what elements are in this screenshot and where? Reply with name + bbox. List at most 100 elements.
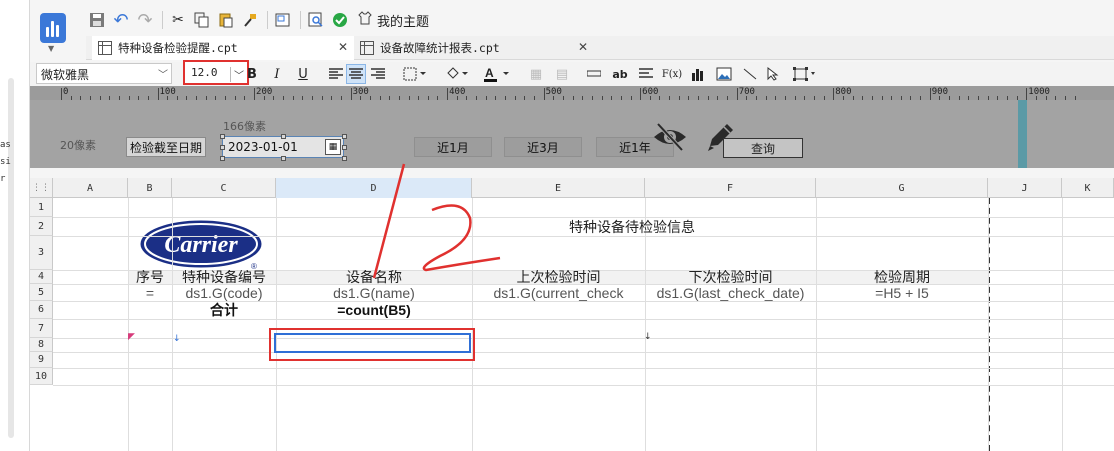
report-file-icon [360, 41, 374, 55]
header-cell[interactable]: 序号 [128, 270, 172, 284]
formula-cell[interactable]: ds1.G(name) [276, 284, 472, 301]
query-button[interactable]: 查询 [723, 138, 803, 158]
cut-icon[interactable]: ✂ [167, 9, 189, 31]
formula-cell[interactable]: ds1.G(last_check_date) [645, 284, 816, 301]
row-header-1[interactable]: 1 [30, 198, 53, 217]
close-icon[interactable]: ✕ [338, 40, 348, 54]
header-cell[interactable]: 下次检验时间 [645, 270, 816, 284]
preview-icon[interactable] [272, 9, 294, 31]
report-file-icon [98, 41, 112, 55]
frame-icon[interactable] [790, 64, 820, 84]
italic-button[interactable]: I [267, 64, 287, 84]
formula-cell[interactable]: ds1.G(current_check [472, 284, 645, 301]
column-header-d[interactable]: D [276, 178, 472, 198]
grid-line [53, 319, 1114, 320]
eye-slash-icon[interactable] [652, 122, 688, 155]
column-header-b[interactable]: B [128, 178, 172, 198]
column-header-c[interactable]: C [172, 178, 276, 198]
row-header-5[interactable]: 5 [30, 284, 53, 301]
formula-cell[interactable]: ds1.G(code) [172, 284, 276, 301]
column-header-a[interactable]: A [53, 178, 128, 198]
ruler-tick [736, 88, 738, 100]
column-header-j[interactable]: J [988, 178, 1062, 198]
border-icon[interactable] [400, 64, 430, 84]
row-header-2[interactable]: 2 [30, 217, 53, 236]
my-theme-button[interactable]: 我的主题 [357, 10, 429, 30]
ruler-tick [61, 88, 62, 100]
column-header-f[interactable]: F [645, 178, 816, 198]
fill-color-icon[interactable] [442, 64, 472, 84]
row-header-6[interactable]: 6 [30, 301, 53, 319]
formula-button[interactable]: F(x) [662, 64, 682, 84]
align-center-icon[interactable] [346, 64, 366, 84]
ruler-tick [350, 88, 352, 100]
header-cell[interactable]: 特种设备编号 [172, 270, 276, 284]
row-header-8[interactable]: 8 [30, 338, 53, 352]
paste-icon[interactable] [215, 9, 237, 31]
format-painter-icon[interactable] [239, 9, 261, 31]
total-formula-cell[interactable]: =count(B5) [276, 301, 472, 319]
tab-special-equipment[interactable]: 特种设备检验提醒.cpt ✕ [92, 36, 354, 60]
header-cell[interactable]: 检验周期 [816, 270, 988, 284]
last-1-month-button[interactable]: 近1月 [414, 137, 492, 157]
row-header-7[interactable]: 7 [30, 319, 53, 338]
slash-icon[interactable] [740, 64, 760, 84]
text-align-icon[interactable] [636, 64, 656, 84]
page-width-guide [1018, 100, 1027, 168]
insert-chart-icon[interactable] [688, 64, 708, 84]
last-3-months-button[interactable]: 近3月 [504, 137, 582, 157]
check-icon[interactable] [329, 9, 351, 31]
header-cell[interactable]: 上次检验时间 [472, 270, 645, 284]
font-family-select[interactable]: 微软雅黑 ﹀ [36, 63, 172, 84]
formula-cell[interactable]: =H5 + I5 [816, 284, 988, 301]
ruler-tick [447, 88, 449, 100]
ruler-label: 100 [159, 87, 176, 97]
tab-fault-statistics[interactable]: 设备故障统计报表.cpt ✕ [354, 36, 594, 60]
insert-image-icon[interactable] [714, 64, 734, 84]
chevron-down-icon[interactable]: ▼ [48, 44, 54, 53]
underline-button[interactable]: U [293, 64, 313, 84]
tab-label: 特种设备检验提醒.cpt [118, 41, 238, 55]
undo-icon[interactable]: ↶ [110, 9, 132, 31]
column-header-k[interactable]: K [1062, 178, 1114, 198]
bar-chart-logo-icon[interactable] [40, 13, 66, 43]
grid-line [53, 236, 1114, 237]
parameter-canvas[interactable]: 166像素 20像素 检验截至日期 2023-01-01 ▦ 近1月 近3月 近… [30, 100, 1114, 168]
row-header-10[interactable]: 10 [30, 368, 53, 385]
spreadsheet-grid[interactable]: ⋮⋮ Carrier ® A B C D E F G J K 1 2 3 4 5 6 7 8 9 10 特种设备待检验… [30, 178, 1114, 451]
close-icon[interactable]: ✕ [578, 40, 588, 54]
bold-button[interactable]: B [242, 64, 262, 84]
align-right-icon[interactable] [368, 64, 388, 84]
report-title-cell[interactable]: 特种设备待检验信息 [276, 217, 988, 236]
ruler-tick [543, 88, 545, 100]
total-label-cell[interactable]: 合计 [172, 301, 276, 319]
left-scrollbar[interactable] [8, 78, 14, 438]
column-header-g[interactable]: G [816, 178, 988, 198]
select-all-corner[interactable]: ⋮⋮ [30, 178, 53, 198]
tab-label: 设备故障统计报表.cpt [380, 41, 500, 55]
date-input[interactable]: 2023-01-01 ▦ [222, 136, 344, 158]
search-report-icon[interactable] [305, 9, 327, 31]
row-header-9[interactable]: 9 [30, 352, 53, 368]
row-header-4[interactable]: 4 [30, 270, 53, 284]
row-header-3[interactable]: 3 [30, 236, 53, 270]
copy-icon[interactable] [191, 9, 213, 31]
header-cell[interactable]: 设备名称 [276, 270, 472, 284]
text-style-button[interactable]: ab [610, 64, 630, 84]
split-cells-icon[interactable]: ▤ [552, 64, 572, 84]
redo-icon[interactable]: ↷ [134, 9, 156, 31]
merge-cells-icon[interactable]: ▦ [526, 64, 546, 84]
cursor-icon[interactable] [764, 64, 784, 84]
align-left-icon[interactable] [326, 64, 346, 84]
font-color-icon[interactable]: A [480, 64, 514, 84]
calendar-icon[interactable]: ▦ [325, 139, 341, 155]
grid-line [53, 338, 1114, 339]
grid-line [53, 368, 1114, 369]
date-label[interactable]: 检验截至日期 [126, 137, 206, 157]
column-header-e[interactable]: E [472, 178, 645, 198]
insert-row-icon[interactable] [584, 64, 604, 84]
shirt-icon [357, 10, 373, 30]
save-icon[interactable] [86, 9, 108, 31]
font-size-select[interactable]: 12.0 ﹀ [183, 60, 249, 85]
formula-cell[interactable]: = [128, 284, 172, 301]
